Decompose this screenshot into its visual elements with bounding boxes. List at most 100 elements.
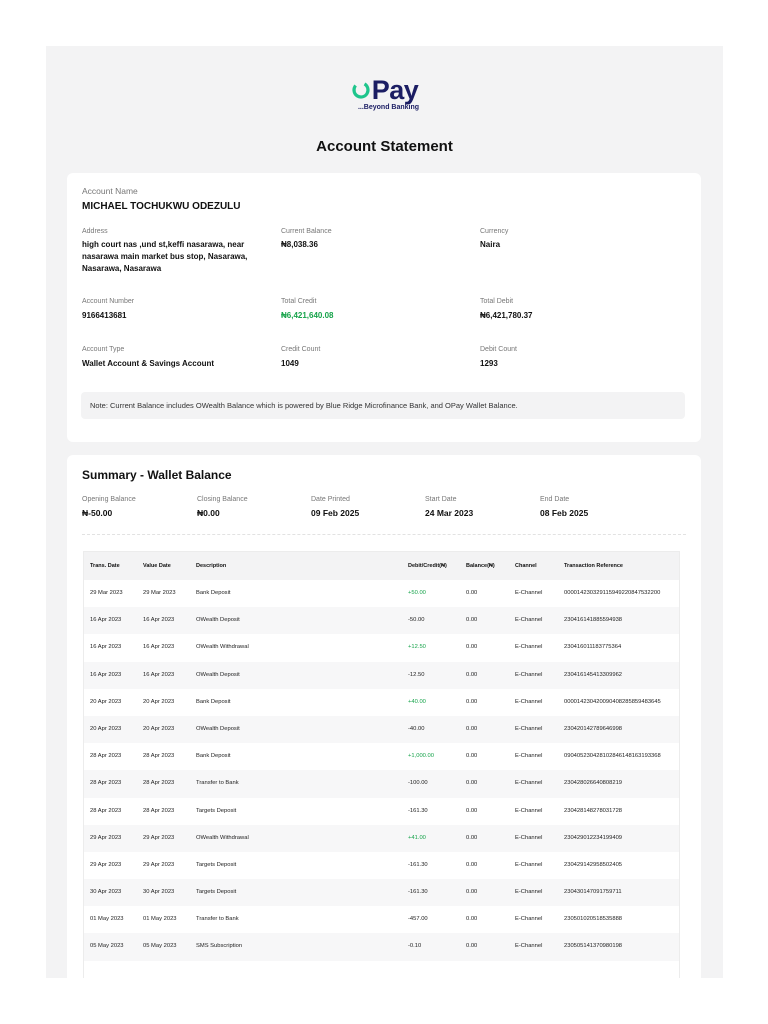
cell-description: OWealth Deposit (196, 617, 240, 624)
table-row: 05 May 2023 05 May 2023 SMS Subscription -0… (84, 933, 679, 961)
cell-reference: 090405230428102846148163193368 (564, 753, 661, 760)
credit-count: 1049 (281, 359, 299, 368)
cell-balance: 0.00 (466, 725, 478, 732)
cell-channel: E-Channel (515, 644, 543, 651)
account-number: 9166413681 (82, 311, 127, 320)
cell-reference: 230428026640808219 (564, 780, 623, 787)
account-name: MICHAEL TOCHUKWU ODEZULU (82, 201, 241, 212)
summary-title: Summary - Wallet Balance (82, 468, 232, 482)
opening-balance: ₦-50.00 (82, 508, 113, 518)
cell-description: SMS Subscription (196, 943, 243, 950)
total-debit: ₦6,421,780.37 (480, 311, 533, 320)
cell-channel: E-Channel (515, 590, 543, 596)
cell-reference: 000014230420090408285859483645 (564, 698, 661, 705)
cell-reference: 230416141885594938 (564, 617, 623, 624)
table-row: 01 May 2023 01 May 2023 Transfer to Bank -4… (84, 906, 679, 933)
table-row: 28 Apr 2023 28 Apr 2023 Transfer to Bank -1… (84, 770, 679, 798)
account-details-card: Account Name MICHAEL TOCHUKWU ODEZULU Ad… (67, 173, 701, 442)
table-body: 29 Mar 2023 29 Mar 2023 Bank Deposit +50.00… (84, 580, 679, 961)
table-row: 29 Apr 2023 29 Apr 2023 OWealth Withdrawal… (84, 824, 679, 852)
date-printed: 09 Feb 2025 (311, 508, 360, 518)
cell-balance: 0.00 (466, 671, 478, 678)
cell-balance: 0.00 (466, 807, 478, 814)
cell-description: Bank Deposit (196, 698, 231, 705)
cell-amount: -0.10 (408, 943, 422, 950)
cell-balance: 0.00 (466, 943, 478, 950)
cell-reference: 230430147091759711 (564, 889, 622, 896)
cell-amount: -161.30 (408, 889, 428, 896)
cell-trans-date: 20 Apr 2023 (90, 725, 122, 732)
cell-amount: +50.00 (408, 590, 426, 596)
cell-amount: -161.30 (408, 861, 428, 868)
closing-balance: ₦0.00 (197, 508, 220, 518)
cell-reference: 230429012234199409 (564, 834, 623, 841)
cell-balance: 0.00 (466, 916, 478, 923)
header-transaction-reference: Transaction Reference (564, 563, 623, 569)
cell-value-date: 29 Apr 2023 (143, 861, 175, 868)
start-date-label: Start Date (425, 496, 457, 503)
logo-wordmark: Pay (371, 75, 419, 105)
closing-balance-label: Closing Balance (197, 496, 248, 503)
address-label: Address (82, 228, 108, 235)
cell-balance: 0.00 (466, 644, 478, 651)
cell-description: Bank Deposit (196, 753, 231, 760)
cell-channel: E-Channel (515, 889, 543, 896)
table-row: 20 Apr 2023 20 Apr 2023 OWealth Deposit -40… (84, 715, 679, 744)
cell-trans-date: 28 Apr 2023 (90, 753, 122, 760)
table-row: 30 Apr 2023 30 Apr 2023 Targets Deposit -16… (84, 879, 679, 907)
cell-description: Transfer to Bank (196, 916, 239, 923)
cell-trans-date: 05 May 2023 (90, 943, 124, 950)
logo-mark: Pay (351, 76, 419, 104)
page-title: Account Statement (316, 138, 453, 155)
cell-reference: 230429142958502405 (564, 861, 623, 868)
header-trans-date: Trans. Date (90, 563, 120, 569)
summary-card: Summary - Wallet Balance Opening Balance… (67, 455, 701, 978)
cell-channel: E-Channel (515, 698, 543, 705)
cell-channel: E-Channel (515, 916, 543, 923)
cell-reference: 230416145413309962 (564, 671, 623, 678)
table-row: 28 Apr 2023 28 Apr 2023 Targets Deposit -16… (84, 798, 679, 825)
cell-description: Transfer to Bank (196, 780, 239, 787)
cell-amount: +1,000.00 (408, 753, 434, 760)
header-channel: Channel (515, 563, 537, 569)
summary-divider (82, 534, 686, 535)
cell-value-date: 20 Apr 2023 (143, 725, 175, 732)
cell-balance: 0.00 (466, 889, 478, 896)
current-balance: ₦8,038.36 (281, 240, 318, 249)
date-printed-label: Date Printed (311, 496, 350, 503)
cell-trans-date: 29 Apr 2023 (90, 861, 122, 868)
total-credit-label: Total Credit (281, 298, 317, 305)
cell-trans-date: 16 Apr 2023 (90, 617, 122, 624)
cell-trans-date: 30 Apr 2023 (90, 889, 122, 896)
cell-description: OWealth Deposit (196, 725, 240, 732)
table-row: 29 Mar 2023 29 Mar 2023 Bank Deposit +50.00… (84, 580, 679, 607)
debit-count-label: Debit Count (480, 346, 517, 353)
cell-description: OWealth Withdrawal (196, 834, 249, 841)
table-row: 20 Apr 2023 20 Apr 2023 Bank Deposit +40.00… (84, 689, 679, 716)
cell-trans-date: 01 May 2023 (90, 916, 124, 923)
account-number-label: Account Number (82, 298, 135, 305)
table-header: Trans. Date Value Date Description Debit… (84, 552, 679, 580)
cell-trans-date: 29 Mar 2023 (90, 590, 123, 596)
opay-o-icon (352, 81, 370, 99)
cell-reference: 230428148278031728 (564, 807, 623, 814)
account-name-label: Account Name (82, 186, 138, 196)
cell-value-date: 16 Apr 2023 (143, 617, 175, 624)
current-balance-label: Current Balance (281, 228, 332, 235)
cell-trans-date: 16 Apr 2023 (90, 671, 122, 678)
cell-amount: -100.00 (408, 780, 428, 787)
cell-description: Targets Deposit (196, 889, 237, 896)
cell-value-date: 16 Apr 2023 (143, 671, 175, 678)
cell-balance: 0.00 (466, 590, 478, 596)
header-balance: Balance(₦) (466, 563, 495, 569)
cell-balance: 0.00 (466, 698, 478, 705)
total-credit: ₦6,421,640.08 (281, 311, 334, 320)
table-row: 28 Apr 2023 28 Apr 2023 Bank Deposit +1,000… (84, 743, 679, 770)
balance-note: Note: Current Balance includes OWealth B… (81, 392, 685, 419)
cell-channel: E-Channel (515, 834, 543, 841)
cell-description: OWealth Withdrawal (196, 644, 249, 651)
cell-value-date: 05 May 2023 (143, 943, 177, 950)
cell-trans-date: 29 Apr 2023 (90, 834, 122, 841)
cell-value-date: 28 Apr 2023 (143, 780, 175, 787)
cell-channel: E-Channel (515, 725, 543, 732)
